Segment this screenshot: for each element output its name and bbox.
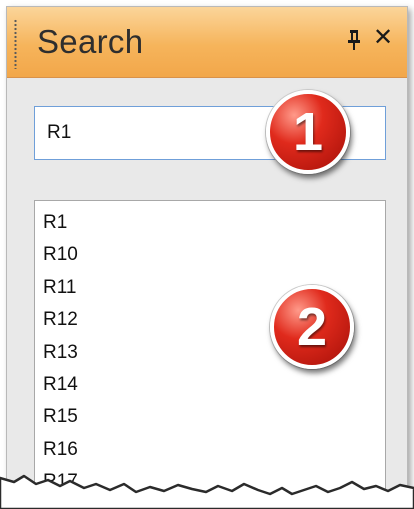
callout-badge-2: 2 — [270, 285, 354, 369]
torn-edge — [0, 474, 414, 509]
pin-icon[interactable] — [347, 29, 361, 51]
close-icon[interactable]: ✕ — [373, 24, 393, 52]
result-item[interactable]: R15 — [35, 401, 385, 433]
callout-badge-1: 1 — [266, 90, 350, 174]
panel-title: Search — [37, 23, 144, 60]
search-panel: Search ✕ R1R10R11R12R13R14R15R16R17 — [6, 6, 408, 508]
result-item[interactable]: R1 — [35, 207, 385, 239]
panel-titlebar[interactable]: Search ✕ — [7, 7, 407, 78]
result-item[interactable]: R10 — [35, 239, 385, 271]
result-item[interactable]: R14 — [35, 369, 385, 401]
drag-grip-icon[interactable] — [14, 19, 17, 69]
